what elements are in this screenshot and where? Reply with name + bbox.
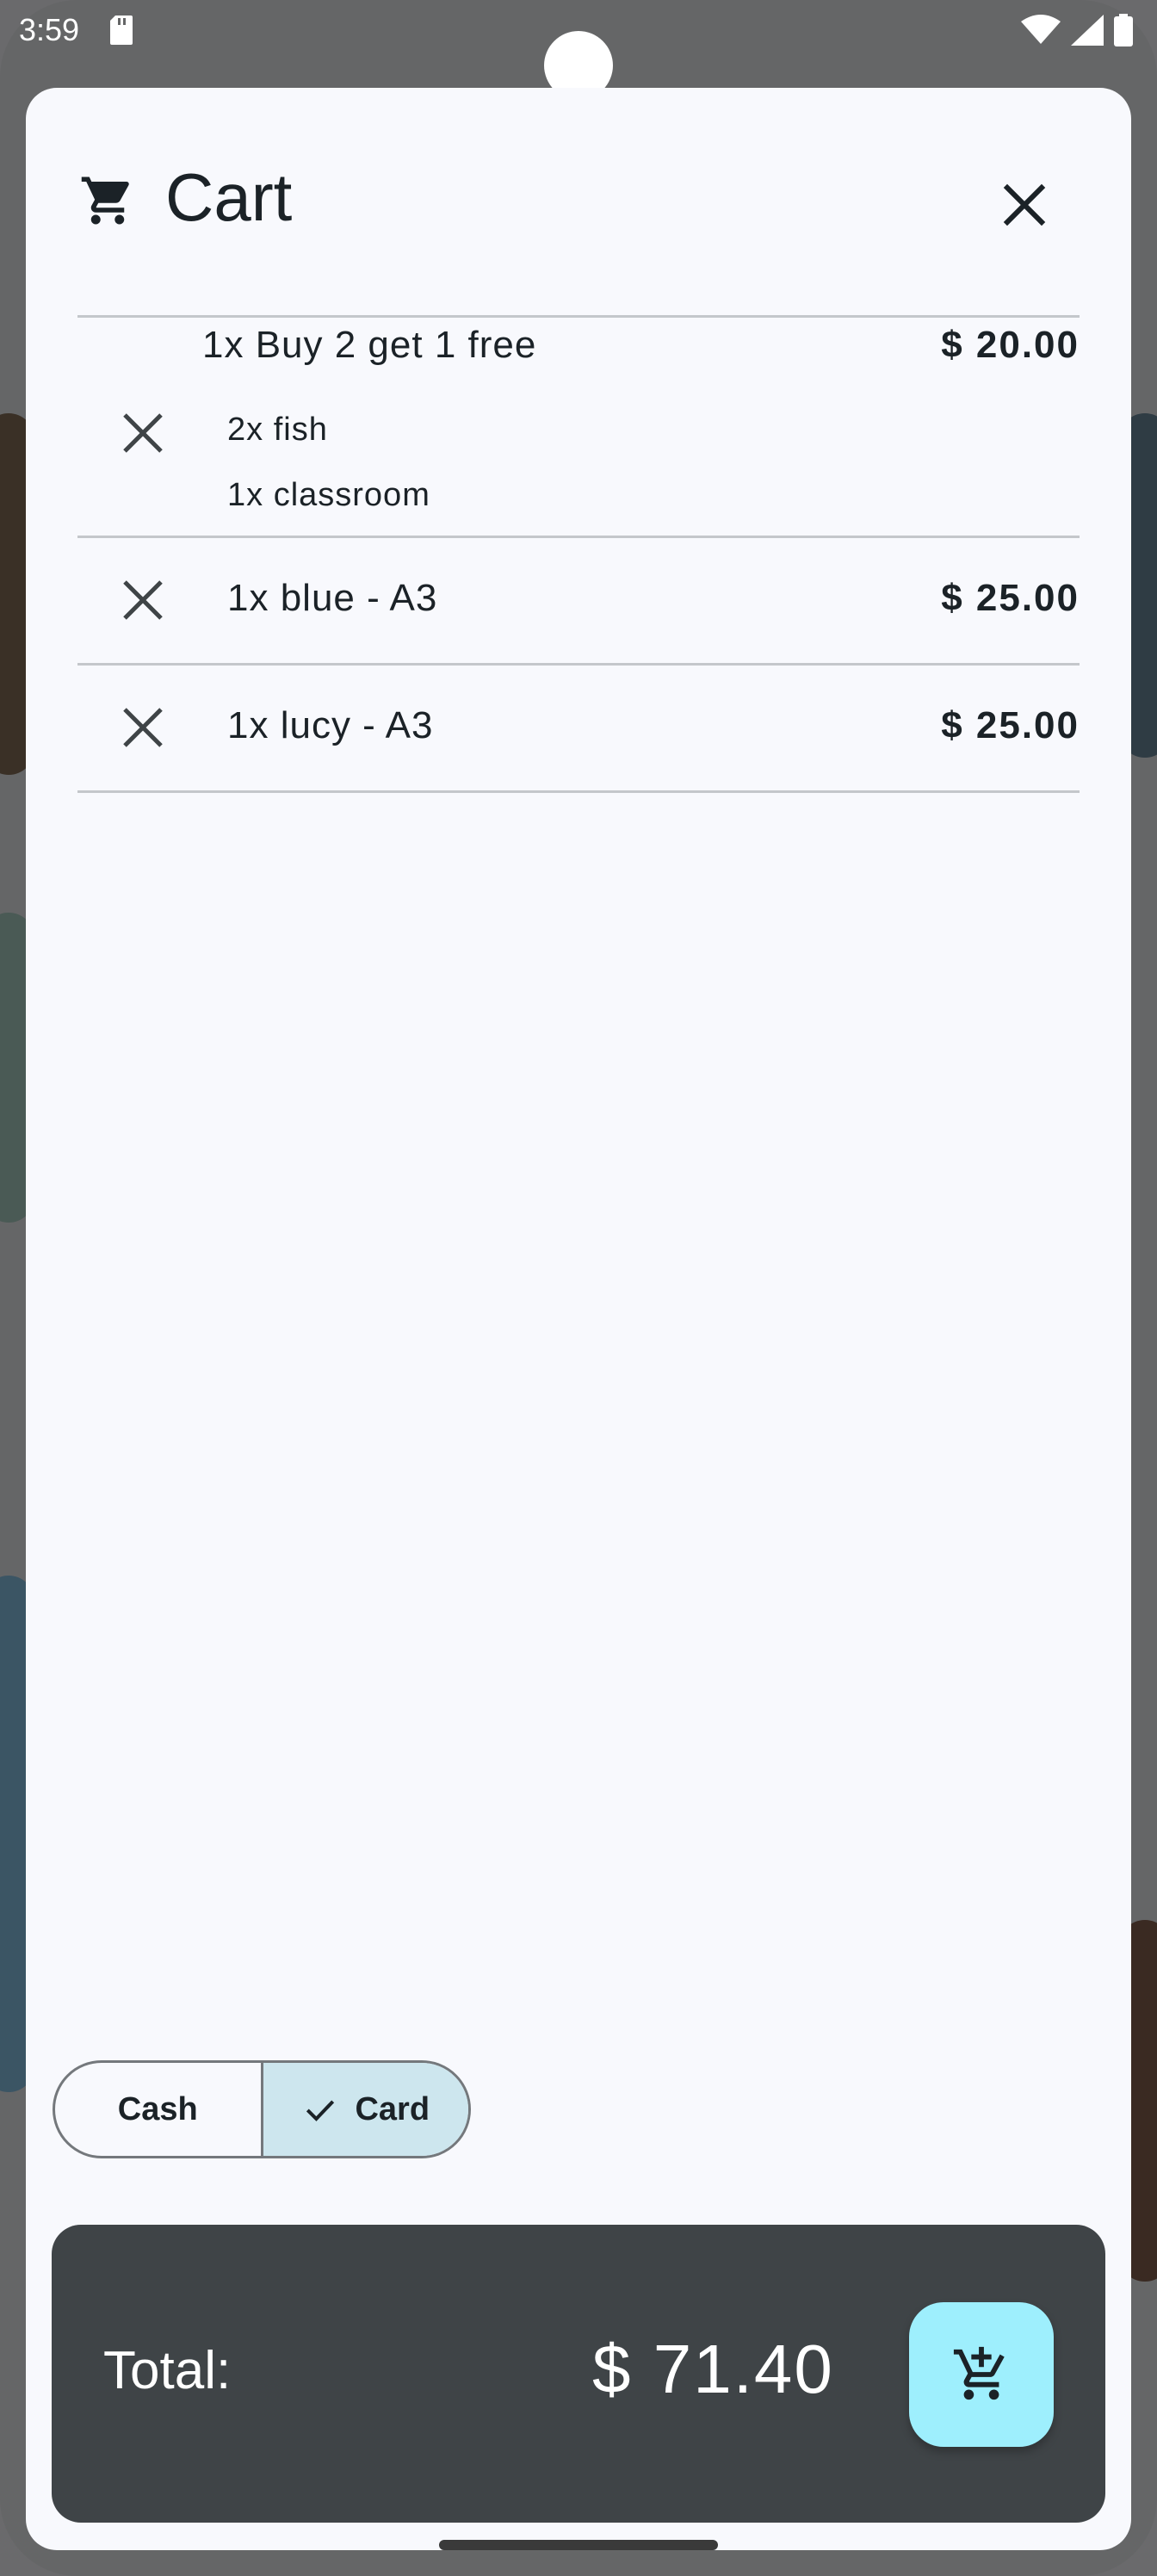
cart-header: Cart [26,88,1131,312]
cart-item-price: $ 25.00 [941,577,1080,619]
cart-subitem-label: 2x fish [227,412,328,448]
battery-icon [1114,14,1133,46]
cart-item-price: $ 25.00 [941,704,1080,746]
page-title: Cart [165,159,293,235]
cart-item-label: 1x Buy 2 get 1 free [202,324,537,366]
remove-item-icon[interactable] [113,403,173,463]
payment-option-label: Cash [117,2090,198,2127]
payment-option-card[interactable]: Card [263,2063,468,2156]
wifi-icon [1021,15,1061,44]
close-icon[interactable] [990,170,1059,239]
cart-item-label: 1x lucy - A3 [227,704,434,746]
cart-sheet: Cart 1x Buy 2 get 1 free $ 20.00 2x fish… [26,88,1131,2550]
cart-subitem-label: 1x classroom [227,477,430,513]
payment-option-cash[interactable]: Cash [55,2063,263,2156]
check-icon [306,2100,335,2121]
total-panel: Total: $ 71.40 [52,2225,1105,2523]
cart-item-label: 1x blue - A3 [227,577,438,619]
status-time: 3:59 [19,12,80,47]
divider [77,790,1080,793]
total-value: $ 71.40 [592,2331,834,2407]
checkout-button[interactable] [909,2302,1054,2447]
payment-method-toggle: Cash Card [53,2060,471,2158]
signal-icon [1071,15,1104,46]
remove-item-icon[interactable] [113,697,173,758]
cart-item-price: $ 20.00 [941,324,1080,366]
add-shopping-cart-icon [953,2346,1005,2400]
cart-item: 1x lucy - A3 $ 25.00 [26,665,1131,790]
total-label: Total: [103,2341,232,2400]
cart-item: 1x blue - A3 $ 25.00 [26,537,1131,663]
sd-card-icon [110,15,133,45]
payment-option-label: Card [355,2090,430,2127]
cart-item: 1x Buy 2 get 1 free $ 20.00 2x fish 1x c… [26,317,1131,536]
home-indicator[interactable] [439,2540,718,2550]
remove-item-icon[interactable] [113,570,173,630]
cart-icon [81,176,129,225]
